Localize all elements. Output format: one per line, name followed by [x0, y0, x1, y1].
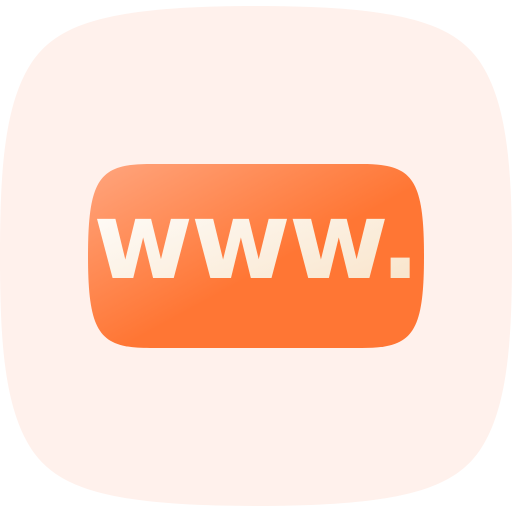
www-icon: www. — [0, 6, 512, 506]
app-icon: www. — [0, 0, 512, 512]
www-label: www. — [93, 179, 418, 304]
